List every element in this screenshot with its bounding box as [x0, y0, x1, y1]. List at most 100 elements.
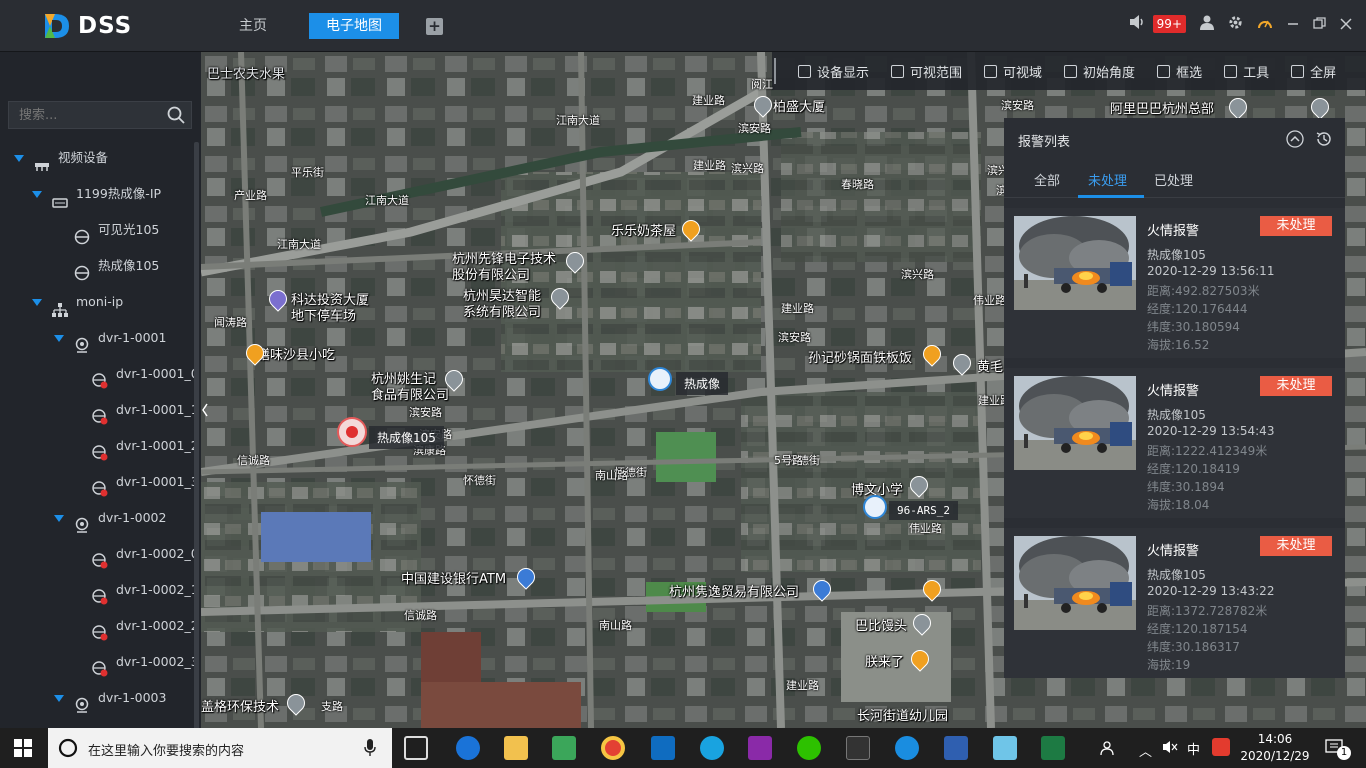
map-pin-icon[interactable] [907, 646, 933, 674]
expand-toggle-icon[interactable] [32, 299, 42, 306]
microphone-icon[interactable] [364, 739, 376, 757]
chart-app-icon[interactable] [552, 736, 576, 760]
tree-scrollbar[interactable] [194, 142, 199, 752]
tree-item[interactable]: dvr-1-0001_3 [0, 464, 199, 500]
dss-taskbar-icon[interactable] [846, 736, 870, 760]
map-pin-icon[interactable] [242, 340, 268, 368]
tab-emap[interactable]: 电子地图 [309, 13, 399, 39]
tab-unprocessed[interactable]: 未处理 [1088, 170, 1127, 189]
chrome-icon[interactable] [601, 736, 625, 760]
map-tool-bracket[interactable]: 可视范围 [891, 62, 962, 81]
taskbar-clock[interactable]: 14:06 2020/12/29 [1230, 731, 1320, 765]
app-icon[interactable] [944, 736, 968, 760]
tree-item[interactable]: 1199热成像-IP [0, 176, 161, 212]
alarm-card[interactable]: 火情报警 未处理 热成像105 2020-12-29 13:54:43 距离:1222.… [1004, 368, 1345, 518]
app-icon[interactable] [993, 736, 1017, 760]
search-icon[interactable] [167, 106, 185, 124]
alarm-count-badge[interactable]: 99+ [1152, 15, 1186, 33]
map-tool-fullscreen[interactable]: 全屏 [1291, 62, 1336, 81]
device-search-input[interactable] [9, 102, 159, 128]
gear-icon[interactable] [1228, 15, 1243, 34]
volume-muted-icon[interactable] [1162, 739, 1178, 759]
map-pin-icon[interactable] [949, 350, 975, 378]
file-explorer-icon[interactable] [504, 736, 528, 760]
map-tool-angle[interactable]: 初始角度 [1064, 62, 1135, 81]
history-icon[interactable] [1315, 130, 1333, 152]
map-tool-wrench[interactable]: 工具 [1224, 62, 1269, 81]
map-pin-icon[interactable] [265, 286, 291, 314]
tab-processed[interactable]: 已处理 [1154, 170, 1193, 189]
tab-home[interactable]: 主页 [223, 13, 283, 39]
map-pin-icon[interactable] [547, 284, 573, 312]
tree-item[interactable]: moni-ip [0, 284, 123, 320]
expand-toggle-icon[interactable] [14, 155, 24, 162]
task-view-icon[interactable] [404, 736, 428, 760]
map-pin-icon[interactable] [678, 216, 704, 244]
user-icon[interactable] [1200, 15, 1214, 34]
tree-item[interactable]: dvr-1-0002 [0, 500, 166, 536]
tree-item[interactable]: dvr-1-0002_0 [0, 536, 199, 572]
minimize-icon[interactable] [1287, 15, 1299, 34]
tab-all[interactable]: 全部 [1034, 170, 1060, 189]
outlook-icon[interactable] [651, 736, 675, 760]
tree-item[interactable]: dvr-1-0003 [0, 680, 166, 716]
expand-toggle-icon[interactable] [54, 695, 64, 702]
map-pin-icon[interactable] [283, 690, 309, 718]
expand-toggle-icon[interactable] [54, 335, 64, 342]
alarm-card[interactable]: 火情报警 未处理 热成像105 2020-12-29 13:56:11 距离:492.8… [1004, 208, 1345, 358]
windows-start-icon[interactable] [14, 739, 32, 761]
tree-item[interactable]: dvr-1-0002_2 [0, 608, 199, 644]
tree-item[interactable]: dvr-1-0001_0 [0, 356, 199, 392]
onenote-icon[interactable] [748, 736, 772, 760]
map-tool-box-select[interactable]: 框选 [1157, 62, 1202, 81]
map-pin-icon[interactable] [513, 564, 539, 592]
alarm-status-badge[interactable]: 未处理 [1260, 376, 1332, 396]
gauge-icon[interactable] [1257, 15, 1273, 34]
expand-toggle-icon[interactable] [32, 191, 42, 198]
skype-icon[interactable] [700, 736, 724, 760]
alarm-card[interactable]: 火情报警 未处理 热成像105 2020-12-29 13:43:22 距离:1372.… [1004, 528, 1345, 678]
tree-item[interactable]: dvr-1-0002_1 [0, 572, 199, 608]
thermal-camera-marker[interactable] [648, 367, 672, 391]
excel-icon[interactable] [1041, 736, 1065, 760]
thermal-camera-marker[interactable] [863, 495, 887, 519]
map-pin-icon[interactable] [562, 248, 588, 276]
map-tool-view-field[interactable]: 可视域 [984, 62, 1042, 81]
add-tab-button[interactable]: + [426, 18, 443, 35]
alarm-snapshot[interactable] [1014, 376, 1136, 470]
alarm-snapshot[interactable] [1014, 536, 1136, 630]
sogou-icon[interactable] [1212, 738, 1230, 756]
map-pin-icon[interactable] [919, 576, 945, 604]
map-pin-icon[interactable] [919, 341, 945, 369]
alarm-camera-marker[interactable] [337, 417, 367, 447]
wechat-icon[interactable] [797, 736, 821, 760]
alarm-snapshot[interactable] [1014, 216, 1136, 310]
collapse-up-icon[interactable] [1286, 130, 1304, 152]
ie-icon[interactable] [895, 736, 919, 760]
ime-indicator[interactable]: 中 [1187, 739, 1200, 758]
tree-item[interactable]: dvr-1-0001_2 [0, 428, 199, 464]
tree-item[interactable]: 可见光105 [0, 212, 159, 248]
people-icon[interactable] [1100, 739, 1118, 761]
tree-item[interactable]: dvr-1-0001 [0, 320, 166, 356]
speaker-icon[interactable] [1129, 14, 1147, 34]
alarm-status-badge[interactable]: 未处理 [1260, 216, 1332, 236]
tray-chevron-icon[interactable]: ︿ [1139, 741, 1152, 760]
map-pin-icon[interactable] [441, 366, 467, 394]
map-pin-icon[interactable] [809, 576, 835, 604]
map-pin-icon[interactable] [750, 92, 776, 120]
map-pin-icon[interactable] [906, 472, 932, 500]
alarm-status-badge[interactable]: 未处理 [1260, 536, 1332, 556]
tree-item[interactable]: dvr-1-0002_3 [0, 644, 199, 680]
map-tool-filter[interactable]: 设备显示 [798, 62, 869, 81]
close-icon[interactable] [1340, 15, 1352, 34]
edge-icon[interactable] [456, 736, 480, 760]
map-pin-icon[interactable] [909, 610, 935, 638]
collapse-panel-handle[interactable] [201, 390, 209, 430]
tree-item[interactable]: 热成像105 [0, 248, 159, 284]
expand-toggle-icon[interactable] [54, 515, 64, 522]
restore-icon[interactable] [1313, 15, 1326, 34]
tree-item[interactable]: 视频设备 [0, 140, 108, 176]
taskbar-search-box[interactable]: 在这里输入你要搜索的内容 [48, 728, 392, 768]
tree-item[interactable]: dvr-1-0001_1 [0, 392, 199, 428]
